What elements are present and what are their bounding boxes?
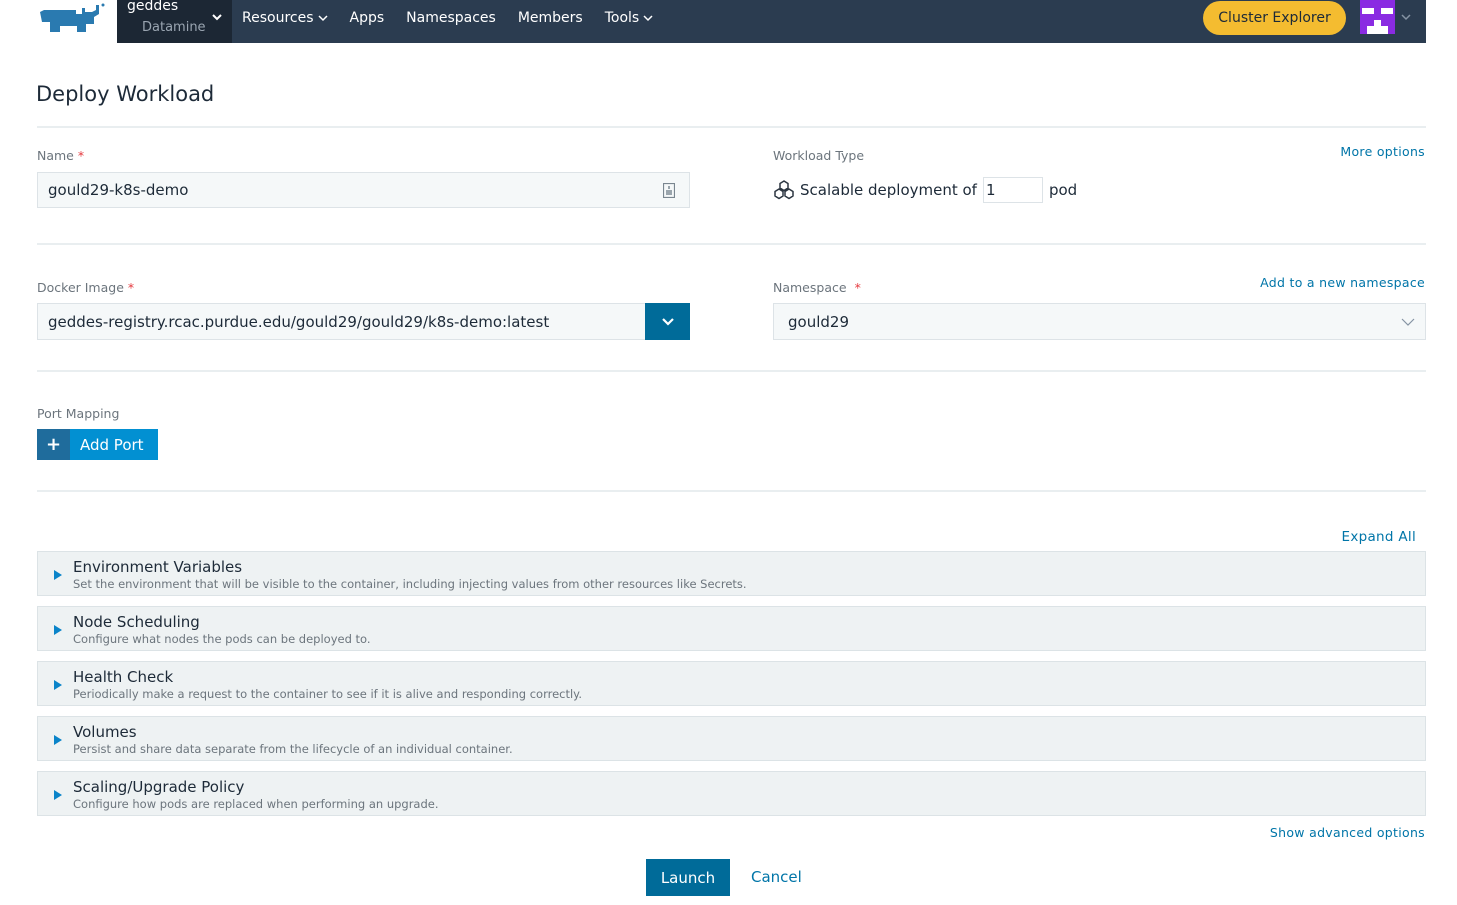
deployment-icon	[774, 180, 794, 200]
user-avatar[interactable]	[1360, 0, 1395, 34]
section-description: Configure how pods are replaced when per…	[73, 797, 439, 811]
name-label: Name *	[37, 148, 84, 163]
name-value: gould29-k8s-demo	[48, 181, 189, 199]
workload-type-row: Scalable deployment of 1 pod	[773, 177, 1077, 203]
expand-arrow-icon	[54, 570, 62, 580]
docker-image-label: Docker Image *	[37, 280, 134, 295]
chevron-down-icon	[317, 14, 328, 21]
divider	[37, 243, 1426, 245]
namespace-select[interactable]: gould29	[773, 303, 1426, 340]
section-description: Persist and share data separate from the…	[73, 742, 513, 756]
add-port-label: Add Port	[70, 429, 158, 460]
section-title: Health Check	[73, 668, 174, 686]
add-port-button[interactable]: + Add Port	[37, 429, 158, 460]
section-node-scheduling[interactable]: Node Scheduling Configure what nodes the…	[37, 606, 1426, 651]
section-title: Scaling/Upgrade Policy	[73, 778, 245, 796]
chevron-down-icon	[661, 317, 674, 326]
add-new-namespace-link[interactable]: Add to a new namespace	[1260, 275, 1425, 290]
divider	[37, 370, 1426, 372]
namespace-value: gould29	[788, 312, 849, 331]
chevron-down-icon	[643, 14, 653, 21]
expand-arrow-icon	[54, 680, 62, 690]
launch-button[interactable]: Launch	[646, 859, 730, 896]
namespace-label-text: Namespace	[773, 280, 847, 295]
section-title: Environment Variables	[73, 558, 243, 576]
namespace-label: Namespace *	[773, 280, 861, 295]
docker-image-dropdown-button[interactable]	[645, 303, 690, 340]
chevron-down-icon	[212, 14, 222, 21]
expand-arrow-icon	[54, 735, 62, 745]
nav-menu: Resources Apps Namespaces Members Tools	[242, 0, 675, 35]
cluster-switcher[interactable]: geddes Datamine	[117, 0, 232, 43]
expand-all-link[interactable]: Expand All	[1341, 529, 1416, 545]
more-options-link[interactable]: More options	[1340, 144, 1425, 159]
contact-card-icon	[663, 183, 675, 198]
name-input[interactable]: gould29-k8s-demo	[37, 172, 690, 208]
section-description: Configure what nodes the pods can be dep…	[73, 632, 371, 646]
pod-count-input[interactable]: 1	[982, 177, 1043, 203]
cluster-explorer-button[interactable]: Cluster Explorer	[1203, 1, 1346, 35]
nav-apps-label: Apps	[349, 9, 385, 26]
docker-image-value: geddes-registry.rcac.purdue.edu/gould29/…	[48, 312, 550, 331]
top-navbar: geddes Datamine Resources Apps Namespace…	[117, 0, 1426, 43]
required-marker: *	[854, 280, 861, 295]
nav-namespaces-label: Namespaces	[406, 9, 496, 26]
divider	[37, 126, 1426, 128]
section-environment-variables[interactable]: Environment Variables Set the environmen…	[37, 551, 1426, 596]
workload-prefix: Scalable deployment of	[800, 181, 977, 199]
required-marker: *	[77, 148, 85, 163]
nav-apps[interactable]: Apps	[350, 10, 385, 26]
rancher-logo[interactable]	[36, 2, 106, 36]
chevron-down-icon	[1401, 318, 1415, 326]
docker-image-label-text: Docker Image	[37, 280, 124, 295]
section-description: Periodically make a request to the conta…	[73, 687, 583, 701]
plus-icon: +	[37, 429, 70, 460]
nav-tools[interactable]: Tools	[605, 10, 654, 26]
page-title: Deploy Workload	[36, 82, 215, 106]
docker-image-input[interactable]: geddes-registry.rcac.purdue.edu/gould29/…	[37, 303, 646, 340]
required-marker: *	[127, 280, 135, 295]
nav-members[interactable]: Members	[518, 10, 583, 26]
nav-resources[interactable]: Resources	[242, 10, 328, 26]
expand-arrow-icon	[54, 790, 62, 800]
section-health-check[interactable]: Health Check Periodically make a request…	[37, 661, 1426, 706]
cancel-link[interactable]: Cancel	[751, 868, 802, 886]
show-advanced-options-link[interactable]: Show advanced options	[1270, 825, 1425, 840]
nav-tools-label: Tools	[604, 9, 640, 26]
chevron-down-icon[interactable]	[1400, 11, 1412, 23]
project-name: Datamine	[142, 20, 206, 35]
section-volumes[interactable]: Volumes Persist and share data separate …	[37, 716, 1426, 761]
expand-arrow-icon	[54, 625, 62, 635]
workload-type-label: Workload Type	[773, 148, 865, 163]
divider	[37, 490, 1426, 492]
section-title: Volumes	[73, 723, 137, 741]
cluster-name: geddes	[127, 0, 179, 14]
section-scaling-upgrade-policy[interactable]: Scaling/Upgrade Policy Configure how pod…	[37, 771, 1426, 816]
pod-count-value: 1	[985, 181, 996, 199]
section-description: Set the environment that will be visible…	[73, 577, 747, 591]
name-label-text: Name	[37, 148, 74, 163]
nav-resources-label: Resources	[242, 9, 314, 26]
section-title: Node Scheduling	[73, 613, 200, 631]
nav-namespaces[interactable]: Namespaces	[406, 10, 496, 26]
nav-members-label: Members	[517, 9, 583, 26]
port-mapping-label: Port Mapping	[37, 406, 120, 421]
workload-suffix: pod	[1048, 181, 1078, 199]
